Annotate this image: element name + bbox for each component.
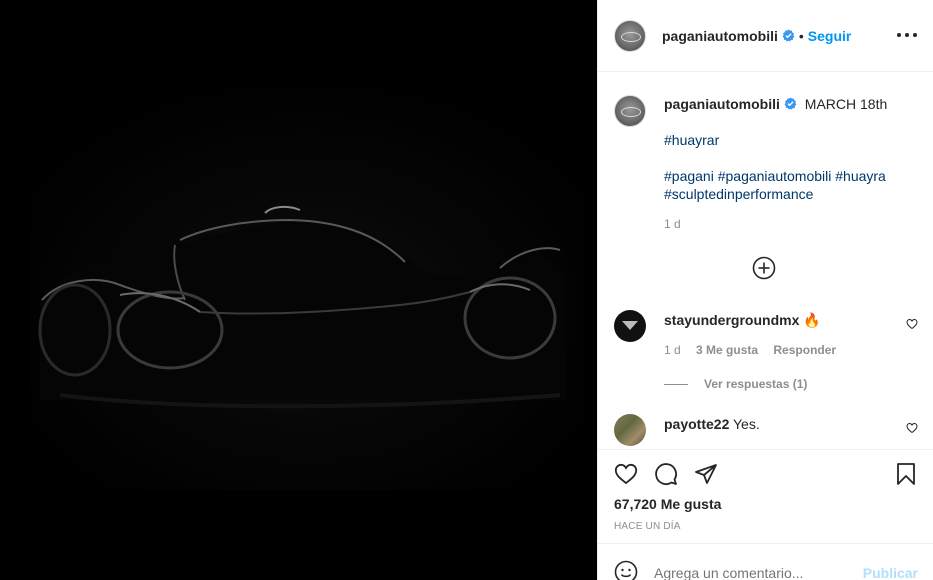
comments-section[interactable]: paganiautomobili MARCH 18th #huayrar #pa…: [598, 73, 933, 449]
comment-item: stayundergroundmx 🔥 1 d 3 Me gusta Respo…: [614, 310, 918, 357]
replies-line: [664, 383, 688, 385]
comment-text: Yes.: [733, 416, 760, 432]
add-comment-bar: Publicar: [598, 543, 933, 580]
post-header: paganiautomobili • Seguir: [598, 0, 933, 72]
post-side-panel: paganiautomobili • Seguir paganiautomobi…: [597, 0, 933, 580]
share-icon[interactable]: [694, 462, 718, 486]
follow-button[interactable]: Seguir: [808, 28, 852, 44]
post-time: HACE UN DÍA: [614, 521, 681, 532]
caption-author-avatar[interactable]: [614, 95, 646, 127]
separator-dot: •: [798, 27, 804, 44]
comment-heart-icon[interactable]: [906, 422, 918, 434]
commenter-avatar[interactable]: [614, 310, 646, 342]
post-image[interactable]: [0, 0, 597, 580]
more-dot: [905, 33, 909, 37]
commenter-avatar[interactable]: [614, 414, 646, 446]
caption-date: MARCH 18th: [804, 96, 888, 112]
caption-time: 1 d: [664, 217, 681, 231]
author-username[interactable]: paganiautomobili: [662, 28, 778, 44]
comment-likes[interactable]: 3 Me gusta: [696, 343, 758, 357]
caption-hashtag-line[interactable]: #huayrar: [664, 131, 918, 149]
verified-badge-icon: [784, 97, 797, 110]
likes-count[interactable]: 67,720 Me gusta: [614, 496, 721, 512]
caption-hashtags[interactable]: #pagani #paganiautomobili #huayra #sculp…: [664, 167, 918, 203]
more-dot: [913, 33, 917, 37]
caption-body: paganiautomobili MARCH 18th #huayrar #pa…: [664, 95, 918, 233]
comment-time: 1 d: [664, 343, 681, 357]
more-dot: [897, 33, 901, 37]
car-silhouette-image: [0, 0, 597, 580]
comment-icon[interactable]: [654, 462, 678, 486]
view-replies[interactable]: Ver respuestas (1): [664, 377, 807, 391]
comment-meta: 1 d 3 Me gusta Responder: [664, 343, 836, 357]
bookmark-icon[interactable]: [894, 462, 918, 486]
comment-content: stayundergroundmx 🔥 1 d 3 Me gusta Respo…: [664, 310, 836, 357]
view-replies-label[interactable]: Ver respuestas (1): [704, 377, 807, 391]
post-actions: 67,720 Me gusta HACE UN DÍA: [598, 449, 933, 543]
action-icons: [614, 462, 718, 486]
comment-heart-icon[interactable]: [906, 318, 918, 330]
publish-button[interactable]: Publicar: [863, 565, 918, 580]
verified-badge-icon: [782, 29, 795, 42]
comment-content: payotte22 Yes.: [664, 414, 760, 446]
commenter-username[interactable]: stayundergroundmx: [664, 312, 799, 328]
caption-username[interactable]: paganiautomobili: [664, 96, 780, 112]
post-caption: paganiautomobili MARCH 18th #huayrar #pa…: [598, 73, 933, 233]
commenter-username[interactable]: payotte22: [664, 416, 729, 432]
author-avatar[interactable]: [614, 19, 646, 52]
instagram-post-modal: paganiautomobili • Seguir paganiautomobi…: [0, 0, 933, 580]
add-circle-icon[interactable]: [752, 256, 776, 280]
reply-button[interactable]: Responder: [773, 343, 836, 357]
emoji-icon[interactable]: [614, 560, 638, 580]
comment-text: 🔥: [803, 312, 821, 328]
heart-icon[interactable]: [614, 462, 638, 486]
comment-item: payotte22 Yes.: [614, 414, 918, 446]
comment-input[interactable]: [654, 565, 854, 580]
more-options-icon[interactable]: [897, 25, 917, 45]
